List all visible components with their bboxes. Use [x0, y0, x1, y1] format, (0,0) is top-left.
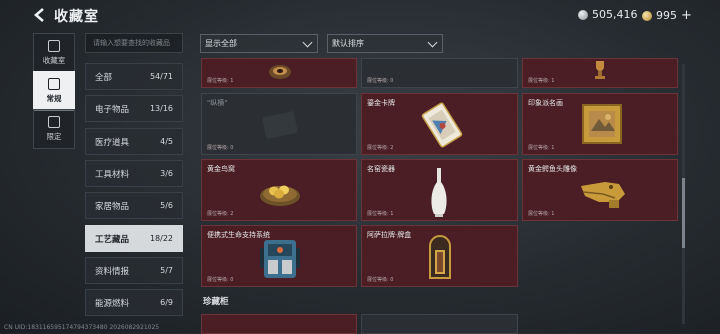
category-count: 5/7 — [160, 266, 173, 275]
card-name: 阿萨拉牌·牌盒 — [367, 231, 412, 239]
card-name: "纵横" — [207, 99, 228, 107]
currency-coins-value: 505,416 — [592, 8, 638, 21]
chevron-down-icon — [302, 37, 313, 48]
category-label: 电子物品 — [95, 104, 130, 115]
collectible-card[interactable]: 印象派名画 展位等级: 1 — [522, 93, 678, 155]
premium-coin-icon — [642, 10, 652, 21]
golden-crocodile-head-icon — [581, 182, 625, 208]
category-label: 工具材料 — [95, 169, 130, 180]
trophy-icon — [595, 61, 605, 79]
category-count: 4/5 — [160, 137, 173, 146]
collectible-card[interactable]: 黄金鳄鱼头雕像 展位等级: 1 — [522, 159, 678, 221]
collectible-card[interactable] — [361, 314, 518, 334]
currency-coins: 505,416 — [578, 8, 638, 21]
coin-icon — [578, 9, 588, 20]
card-level: 展位等级: 2 — [207, 211, 234, 217]
category-intel[interactable]: 资料情报 5/7 — [85, 257, 183, 284]
limited-icon — [48, 116, 60, 128]
life-support-system-icon — [260, 240, 300, 278]
category-count: 54/71 — [149, 72, 173, 81]
search-input[interactable]: 请输入想要查找的收藏品 — [85, 33, 183, 53]
category-label: 工艺藏品 — [95, 234, 130, 245]
collectible-card[interactable]: 展位等级: 1 — [522, 58, 678, 88]
category-electronics[interactable]: 电子物品 13/16 — [85, 95, 183, 122]
category-label: 能源燃料 — [95, 298, 130, 309]
card-level: 展位等级: 1 — [528, 145, 555, 151]
category-household[interactable]: 家居物品 5/6 — [85, 192, 183, 219]
currency-premium[interactable]: 995 + — [642, 8, 692, 23]
page-title: 收藏室 — [54, 9, 99, 25]
card-name: 印象派名画 — [528, 99, 563, 107]
rail-tab-limited[interactable]: 限定 — [33, 109, 75, 149]
collectible-card[interactable]: 名窑瓷器 展位等级: 1 — [361, 159, 518, 221]
collectible-card[interactable]: 黄金鸟窝 展位等级: 2 — [201, 159, 357, 221]
card-name: 鎏金卡牌 — [367, 99, 395, 107]
add-currency-button[interactable]: + — [681, 8, 692, 23]
back-arrow-icon[interactable] — [32, 7, 48, 23]
framed-painting-icon — [582, 104, 622, 144]
collectible-card[interactable] — [201, 314, 357, 334]
category-count: 18/22 — [149, 234, 173, 243]
category-label: 全部 — [95, 72, 113, 83]
category-crafts[interactable]: 工艺藏品 18/22 — [85, 225, 183, 252]
category-count: 3/6 — [160, 169, 173, 178]
category-count: 5/6 — [160, 201, 173, 210]
collectible-card[interactable]: 展位等级: 1 — [201, 58, 357, 88]
category-count: 6/9 — [160, 298, 173, 307]
category-label: 医疗道具 — [95, 137, 130, 148]
card-level: 展位等级: 0 — [367, 277, 394, 283]
card-level: 展位等级: 0 — [207, 145, 234, 151]
collectible-card[interactable]: 阿萨拉牌·牌盒 展位等级: 0 — [361, 225, 518, 287]
collectible-card[interactable]: 展位等级: 0 — [361, 58, 518, 88]
footer-uid: CN UID:183116595174794373480 20260829210… — [4, 324, 160, 331]
locked-item-silhouette-icon — [262, 111, 298, 139]
rail-tab-collection[interactable]: 收藏室 — [33, 33, 75, 73]
porcelain-vase-icon — [431, 168, 447, 217]
category-energy[interactable]: 能源燃料 6/9 — [85, 289, 183, 316]
scrollbar-thumb[interactable] — [682, 178, 685, 248]
collection-icon — [48, 40, 60, 52]
sort-dropdown[interactable]: 默认排序 — [327, 34, 443, 53]
card-level: 展位等级: 1 — [528, 78, 555, 84]
category-label: 家居物品 — [95, 201, 130, 212]
category-tools[interactable]: 工具材料 3/6 — [85, 160, 183, 187]
card-level: 展位等级: 1 — [367, 211, 394, 217]
rail-tab-collection-label: 收藏室 — [42, 56, 66, 65]
card-name: 黄金鸟窝 — [207, 165, 235, 173]
chevron-down-icon — [427, 37, 438, 48]
card-box-icon — [429, 235, 451, 279]
collectible-card[interactable]: 便携式生命支持系统 展位等级: 0 — [201, 225, 357, 287]
card-level: 展位等级: 1 — [528, 211, 555, 217]
rail-tab-regular[interactable]: 常规 — [33, 71, 75, 111]
card-level: 展位等级: 0 — [367, 78, 394, 84]
golden-nest-icon — [260, 185, 300, 206]
gilded-card-icon — [421, 102, 463, 148]
category-all[interactable]: 全部 54/71 — [85, 63, 183, 90]
card-level: 展位等级: 1 — [207, 78, 234, 84]
filter-dropdown[interactable]: 显示全部 — [200, 34, 318, 53]
filter-dropdown-value: 显示全部 — [205, 39, 237, 48]
card-name: 黄金鳄鱼头雕像 — [528, 165, 577, 173]
currency-premium-value: 995 — [656, 9, 677, 22]
section-title: 珍藏柜 — [203, 297, 229, 307]
sort-dropdown-value: 默认排序 — [332, 39, 364, 48]
category-medical[interactable]: 医疗道具 4/5 — [85, 128, 183, 155]
rail-tab-limited-label: 限定 — [46, 132, 62, 141]
collectible-card[interactable]: "纵横" 展位等级: 0 — [201, 93, 357, 155]
category-count: 13/16 — [149, 104, 173, 113]
wire-spool-icon — [269, 65, 291, 79]
regular-icon — [48, 78, 60, 90]
card-level: 展位等级: 2 — [367, 145, 394, 151]
rail-tab-regular-label: 常规 — [46, 94, 62, 103]
card-name: 名窑瓷器 — [367, 165, 395, 173]
card-level: 展位等级: 0 — [207, 277, 234, 283]
collectible-card[interactable]: 鎏金卡牌 展位等级: 2 — [361, 93, 518, 155]
category-label: 资料情报 — [95, 266, 130, 277]
